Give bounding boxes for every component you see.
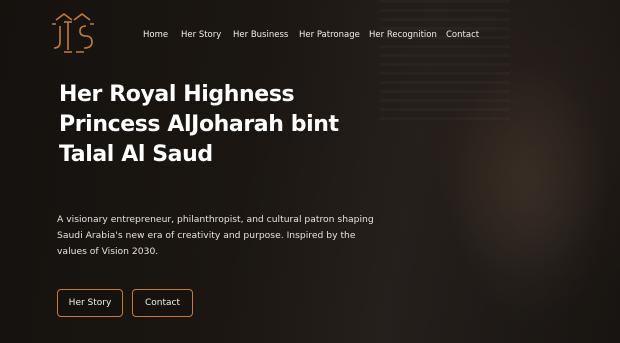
hero-title-line-2: Princess AlJoharah bint xyxy=(59,112,339,137)
nav-item-her-recognition[interactable]: Her Recognition xyxy=(369,27,437,43)
hero-title-line-1: Her Royal Highness xyxy=(59,82,295,107)
nav-item-contact[interactable]: Contact xyxy=(446,27,479,43)
nav-item-her-patronage[interactable]: Her Patronage xyxy=(299,27,360,43)
hero-description: A visionary entrepreneur, philanthropist… xyxy=(57,214,374,257)
contact-button[interactable]: Contact xyxy=(132,289,193,317)
nav-item-her-story[interactable]: Her Story xyxy=(181,27,221,43)
hero-title: Her Royal Highness Princess AlJoharah bi… xyxy=(59,80,399,170)
monogram-logo-icon[interactable] xyxy=(50,12,96,54)
her-story-button[interactable]: Her Story xyxy=(57,289,123,317)
hero-title-line-3: Talal Al Saud xyxy=(59,142,213,167)
nav-item-home[interactable]: Home xyxy=(143,27,168,43)
nav-item-her-business[interactable]: Her Business xyxy=(233,27,288,43)
